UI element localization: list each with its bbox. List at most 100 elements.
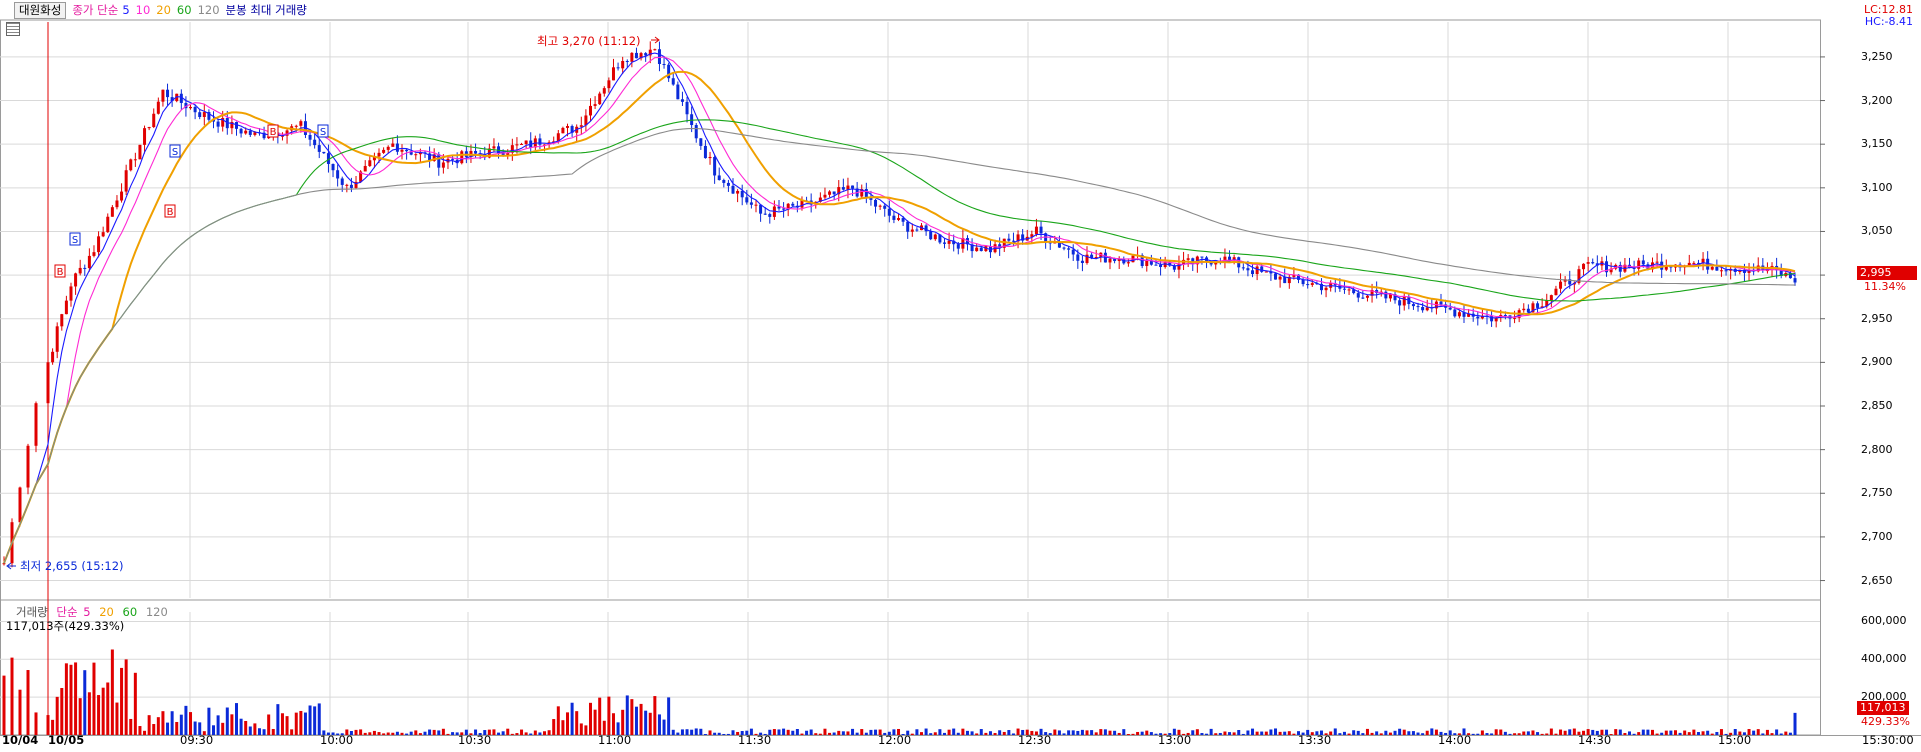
volume-bar <box>524 732 528 735</box>
candle-body <box>832 191 836 195</box>
volume-bar <box>432 729 436 735</box>
volume-bar <box>1660 732 1664 735</box>
candle-body <box>1113 258 1117 262</box>
candle-body <box>731 185 735 194</box>
volume-bar <box>832 732 836 735</box>
volume-bar <box>837 730 841 735</box>
volume-bar <box>933 732 937 735</box>
candle-body <box>915 229 919 231</box>
candle-body <box>892 215 896 220</box>
volume-bar <box>529 733 533 735</box>
volume-bar <box>156 717 160 735</box>
ma120-label: 120 <box>197 3 220 17</box>
candle-body <box>74 273 78 287</box>
volume-bar <box>970 731 974 735</box>
candle-body <box>1039 226 1043 234</box>
volume-bar <box>129 718 133 735</box>
volume-value: 117,013주(429.33%) <box>6 619 125 633</box>
volume-bar <box>1784 731 1788 735</box>
candle-body <box>1200 256 1204 258</box>
candle-body <box>897 218 901 220</box>
volume-bar <box>101 687 105 735</box>
volume-bar <box>975 733 979 735</box>
volume-bar <box>1246 730 1250 735</box>
volume-bar <box>313 706 317 735</box>
candle-body <box>1241 267 1245 269</box>
volume-bar <box>671 729 675 735</box>
candle-body <box>1421 307 1425 311</box>
volume-bar <box>87 692 91 735</box>
volume-bar <box>1007 730 1011 735</box>
candle-body <box>1416 306 1420 308</box>
price-tick-label: 3,150 <box>1861 137 1893 151</box>
volume-bar <box>938 729 942 735</box>
candle-body <box>382 149 386 153</box>
signal-text: B <box>270 127 277 138</box>
candle-body <box>115 200 119 208</box>
volume-bar <box>1352 730 1356 735</box>
candle-body <box>129 159 133 171</box>
volume-bar <box>795 729 799 735</box>
candle-body <box>87 255 91 269</box>
volume-mode-label: 분봉 최대 거래량 <box>225 3 307 17</box>
volume-bar <box>855 732 859 735</box>
volume-bar <box>1145 730 1149 735</box>
volume-tick-label: 400,000 <box>1861 652 1907 666</box>
candle-body <box>1306 284 1310 286</box>
signal-text: S <box>320 127 326 138</box>
time-tick-label: 10/05 <box>48 733 85 747</box>
grid-toggle-icon[interactable] <box>6 22 20 36</box>
candle-body <box>1076 254 1080 261</box>
volume-bar <box>1071 730 1075 735</box>
volume-bar <box>713 732 717 735</box>
volume-bar <box>1347 733 1351 735</box>
volume-bar <box>694 728 698 735</box>
volume-bar <box>382 733 386 735</box>
volume-bar <box>611 713 615 735</box>
volume-bar <box>1563 730 1567 735</box>
candle-body <box>653 49 657 51</box>
candle-body <box>400 149 404 152</box>
volume-bar <box>805 730 809 735</box>
volume-bar <box>446 733 450 735</box>
volume-bar <box>841 731 845 735</box>
time-tick-label: 12:00 <box>878 733 912 747</box>
volume-bar <box>1283 731 1287 735</box>
candle-body <box>864 189 868 198</box>
candle-body <box>1126 262 1130 264</box>
chart-header: 대원화성 종가 단순 5 10 20 60 120 분봉 최대 거래량 <box>0 0 307 20</box>
volume-bar <box>1370 732 1374 735</box>
candle-body <box>395 143 399 152</box>
candle-body <box>1582 263 1586 270</box>
stock-name-box[interactable]: 대원화성 <box>14 1 67 19</box>
candle-body <box>313 139 317 146</box>
candle-body <box>1080 260 1084 264</box>
candle-body <box>198 112 202 117</box>
volume-bar <box>630 699 634 735</box>
candle-body <box>345 184 349 186</box>
volume-bar <box>1011 733 1015 735</box>
volume-bar <box>1085 730 1089 735</box>
candle-body <box>193 106 197 113</box>
candle-body <box>680 99 684 102</box>
time-tick-label: 15:30:00 <box>1862 733 1914 747</box>
volume-bar <box>1710 733 1714 735</box>
candle-body <box>216 121 220 127</box>
volume-bar <box>1416 732 1420 735</box>
candle-body <box>579 125 583 127</box>
candle-body <box>745 197 749 203</box>
volume-bar <box>299 710 303 735</box>
volume-bar <box>791 730 795 735</box>
candle-body <box>474 150 478 154</box>
volume-bar <box>120 667 124 735</box>
candle-body <box>239 128 243 134</box>
volume-bar <box>97 695 101 735</box>
candle-body <box>703 145 707 159</box>
volume-bar <box>1549 728 1553 735</box>
candle-body <box>377 152 381 157</box>
ma60-line <box>3 119 1796 564</box>
volume-bar <box>271 728 275 735</box>
volume-bar <box>1536 732 1540 735</box>
price-tick-label: 2,750 <box>1861 486 1893 500</box>
volume-bar <box>1641 729 1645 735</box>
